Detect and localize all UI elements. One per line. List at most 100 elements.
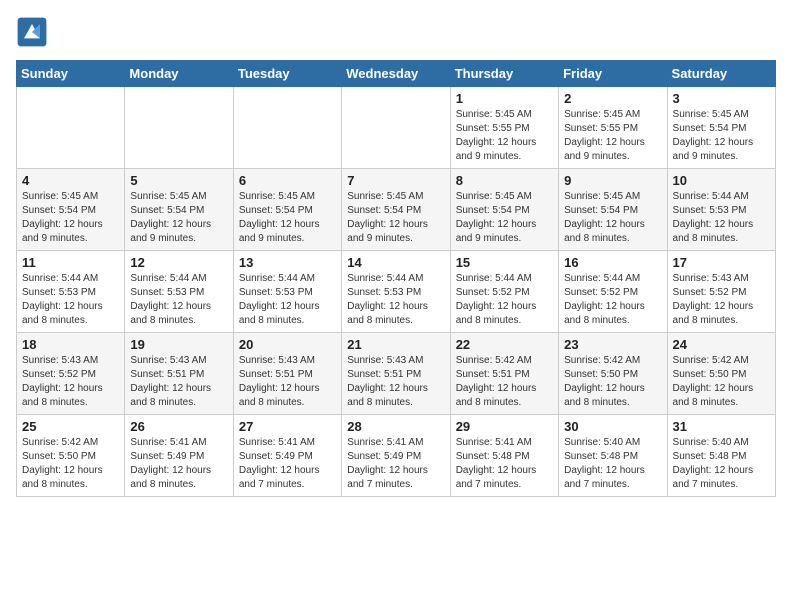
page-header — [16, 16, 776, 48]
day-number: 18 — [22, 337, 119, 352]
day-info: Sunrise: 5:42 AM Sunset: 5:50 PM Dayligh… — [564, 354, 661, 410]
day-info: Sunrise: 5:43 AM Sunset: 5:51 PM Dayligh… — [130, 354, 227, 410]
weekday-header-sunday: Sunday — [17, 61, 125, 87]
day-number: 3 — [673, 91, 770, 106]
day-number: 19 — [130, 337, 227, 352]
weekday-header-saturday: Saturday — [667, 61, 775, 87]
day-info: Sunrise: 5:43 AM Sunset: 5:52 PM Dayligh… — [22, 354, 119, 410]
day-number: 23 — [564, 337, 661, 352]
day-info: Sunrise: 5:45 AM Sunset: 5:54 PM Dayligh… — [456, 190, 553, 246]
day-info: Sunrise: 5:42 AM Sunset: 5:51 PM Dayligh… — [456, 354, 553, 410]
logo — [16, 16, 52, 48]
day-info: Sunrise: 5:43 AM Sunset: 5:51 PM Dayligh… — [347, 354, 444, 410]
calendar-week-row: 25 Sunrise: 5:42 AM Sunset: 5:50 PM Dayli… — [17, 415, 776, 497]
calendar-cell: 11Sunrise: 5:44 AM Sunset: 5:53 PM Dayli… — [17, 251, 125, 333]
calendar-cell: 2 Sunrise: 5:45 AM Sunset: 5:55 PM Daylig… — [559, 87, 667, 169]
day-number: 1 — [456, 91, 553, 106]
day-number: 11 — [22, 255, 119, 270]
calendar-cell: 10 Sunrise: 5:44 AM Sunset: 5:53 PM Dayli… — [667, 169, 775, 251]
calendar-cell: 9 Sunrise: 5:45 AM Sunset: 5:54 PM Daylig… — [559, 169, 667, 251]
day-info: Sunrise: 5:44 AM Sunset: 5:53 PM Dayligh… — [130, 272, 227, 328]
calendar-cell: 21 Sunrise: 5:43 AM Sunset: 5:51 PM Dayli… — [342, 333, 450, 415]
logo-icon — [16, 16, 48, 48]
calendar-cell: 12 Sunrise: 5:44 AM Sunset: 5:53 PM Dayli… — [125, 251, 233, 333]
weekday-header-tuesday: Tuesday — [233, 61, 341, 87]
day-number: 31 — [673, 419, 770, 434]
calendar-week-row: 18 Sunrise: 5:43 AM Sunset: 5:52 PM Dayli… — [17, 333, 776, 415]
day-info: Sunrise: 5:44 AM Sunset: 5:52 PM Dayligh… — [564, 272, 661, 328]
day-info: Sunrise: 5:42 AM Sunset: 5:50 PM Dayligh… — [22, 436, 119, 492]
day-number: 7 — [347, 173, 444, 188]
weekday-header-wednesday: Wednesday — [342, 61, 450, 87]
day-info: Sunrise: 5:45 AM Sunset: 5:54 PM Dayligh… — [564, 190, 661, 246]
calendar-cell: 30Sunrise: 5:40 AM Sunset: 5:48 PM Dayli… — [559, 415, 667, 497]
calendar-cell: 26 Sunrise: 5:41 AM Sunset: 5:49 PM Dayli… — [125, 415, 233, 497]
calendar-cell: 6 Sunrise: 5:45 AM Sunset: 5:54 PM Daylig… — [233, 169, 341, 251]
calendar-week-row: 4Sunrise: 5:45 AM Sunset: 5:54 PM Daylig… — [17, 169, 776, 251]
calendar-cell — [233, 87, 341, 169]
day-info: Sunrise: 5:44 AM Sunset: 5:53 PM Dayligh… — [673, 190, 770, 246]
calendar-cell: 13 Sunrise: 5:44 AM Sunset: 5:53 PM Dayli… — [233, 251, 341, 333]
day-number: 15 — [456, 255, 553, 270]
weekday-header-monday: Monday — [125, 61, 233, 87]
day-number: 27 — [239, 419, 336, 434]
day-info: Sunrise: 5:45 AM Sunset: 5:54 PM Dayligh… — [22, 190, 119, 246]
day-number: 26 — [130, 419, 227, 434]
calendar-cell: 25 Sunrise: 5:42 AM Sunset: 5:50 PM Dayli… — [17, 415, 125, 497]
day-info: Sunrise: 5:41 AM Sunset: 5:48 PM Dayligh… — [456, 436, 553, 492]
day-info: Sunrise: 5:43 AM Sunset: 5:52 PM Dayligh… — [673, 272, 770, 328]
calendar-cell — [125, 87, 233, 169]
calendar-table: SundayMondayTuesdayWednesdayThursdayFrid… — [16, 60, 776, 497]
calendar-cell: 15 Sunrise: 5:44 AM Sunset: 5:52 PM Dayli… — [450, 251, 558, 333]
day-number: 20 — [239, 337, 336, 352]
day-number: 6 — [239, 173, 336, 188]
day-info: Sunrise: 5:44 AM Sunset: 5:53 PM Dayligh… — [239, 272, 336, 328]
day-number: 9 — [564, 173, 661, 188]
calendar-cell: 28 Sunrise: 5:41 AM Sunset: 5:49 PM Dayli… — [342, 415, 450, 497]
calendar-cell: 7 Sunrise: 5:45 AM Sunset: 5:54 PM Daylig… — [342, 169, 450, 251]
day-number: 13 — [239, 255, 336, 270]
day-info: Sunrise: 5:41 AM Sunset: 5:49 PM Dayligh… — [130, 436, 227, 492]
calendar-cell: 24Sunrise: 5:42 AM Sunset: 5:50 PM Dayli… — [667, 333, 775, 415]
calendar-cell: 16 Sunrise: 5:44 AM Sunset: 5:52 PM Dayli… — [559, 251, 667, 333]
day-number: 21 — [347, 337, 444, 352]
day-number: 12 — [130, 255, 227, 270]
calendar-cell: 17Sunrise: 5:43 AM Sunset: 5:52 PM Dayli… — [667, 251, 775, 333]
calendar-cell — [17, 87, 125, 169]
calendar-cell: 18 Sunrise: 5:43 AM Sunset: 5:52 PM Dayli… — [17, 333, 125, 415]
day-info: Sunrise: 5:45 AM Sunset: 5:55 PM Dayligh… — [456, 108, 553, 164]
calendar-cell: 14 Sunrise: 5:44 AM Sunset: 5:53 PM Dayli… — [342, 251, 450, 333]
day-info: Sunrise: 5:45 AM Sunset: 5:55 PM Dayligh… — [564, 108, 661, 164]
calendar-cell: 1 Sunrise: 5:45 AM Sunset: 5:55 PM Daylig… — [450, 87, 558, 169]
day-info: Sunrise: 5:44 AM Sunset: 5:52 PM Dayligh… — [456, 272, 553, 328]
day-number: 8 — [456, 173, 553, 188]
day-number: 28 — [347, 419, 444, 434]
calendar-cell: 4Sunrise: 5:45 AM Sunset: 5:54 PM Daylig… — [17, 169, 125, 251]
weekday-header-thursday: Thursday — [450, 61, 558, 87]
day-info: Sunrise: 5:45 AM Sunset: 5:54 PM Dayligh… — [347, 190, 444, 246]
weekday-header-friday: Friday — [559, 61, 667, 87]
day-number: 10 — [673, 173, 770, 188]
calendar-cell: 22 Sunrise: 5:42 AM Sunset: 5:51 PM Dayli… — [450, 333, 558, 415]
day-number: 22 — [456, 337, 553, 352]
calendar-week-row: 1 Sunrise: 5:45 AM Sunset: 5:55 PM Daylig… — [17, 87, 776, 169]
day-info: Sunrise: 5:44 AM Sunset: 5:53 PM Dayligh… — [347, 272, 444, 328]
calendar-cell: 5 Sunrise: 5:45 AM Sunset: 5:54 PM Daylig… — [125, 169, 233, 251]
day-number: 5 — [130, 173, 227, 188]
calendar-cell: 31Sunrise: 5:40 AM Sunset: 5:48 PM Dayli… — [667, 415, 775, 497]
day-number: 24 — [673, 337, 770, 352]
calendar-cell: 3 Sunrise: 5:45 AM Sunset: 5:54 PM Daylig… — [667, 87, 775, 169]
calendar-cell: 27Sunrise: 5:41 AM Sunset: 5:49 PM Dayli… — [233, 415, 341, 497]
day-number: 14 — [347, 255, 444, 270]
calendar-week-row: 11 Sunrise: 5:44 AM Sunset: 5:53 PM Dayli… — [17, 251, 776, 333]
day-info: Sunrise: 5:45 AM Sunset: 5:54 PM Dayligh… — [130, 190, 227, 246]
day-info: Sunrise: 5:45 AM Sunset: 5:54 PM Dayligh… — [673, 108, 770, 164]
day-number: 2 — [564, 91, 661, 106]
day-info: Sunrise: 5:40 AM Sunset: 5:48 PM Dayligh… — [564, 436, 661, 492]
day-info: Sunrise: 5:43 AM Sunset: 5:51 PM Dayligh… — [239, 354, 336, 410]
day-info: Sunrise: 5:41 AM Sunset: 5:49 PM Dayligh… — [347, 436, 444, 492]
day-info: Sunrise: 5:45 AM Sunset: 5:54 PM Dayligh… — [239, 190, 336, 246]
calendar-cell: 20 Sunrise: 5:43 AM Sunset: 5:51 PM Dayli… — [233, 333, 341, 415]
day-number: 16 — [564, 255, 661, 270]
day-number: 25 — [22, 419, 119, 434]
